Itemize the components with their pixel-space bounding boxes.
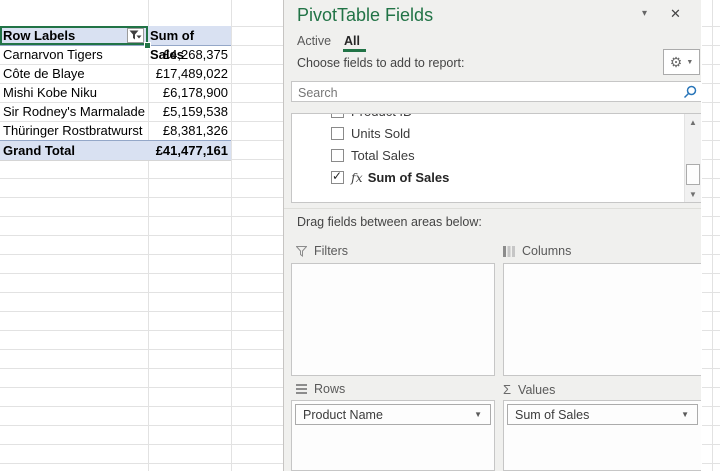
pivot-header-row[interactable]: Row Labels Sum of Sales (0, 26, 231, 62)
scroll-up-icon[interactable]: ▲ (685, 114, 701, 130)
close-icon[interactable]: ✕ (670, 6, 681, 22)
filter-funnel-icon (129, 30, 142, 40)
selected-tab-underline (343, 49, 366, 52)
row-labels-filter-button[interactable] (127, 28, 144, 43)
rows-field-pill[interactable]: Product Name ▼ (295, 404, 491, 425)
checkbox-unchecked[interactable] (331, 126, 344, 140)
row-value-cell[interactable]: £6,178,900 (148, 83, 231, 102)
table-row[interactable]: Sir Rodney's Marmalade £5,159,538 (0, 102, 231, 121)
row-value-cell[interactable]: £5,159,538 (148, 102, 231, 121)
grand-total-row[interactable]: Grand Total £41,477,161 (0, 140, 231, 161)
sigma-icon: Σ (503, 382, 512, 397)
fill-handle[interactable] (144, 42, 151, 49)
row-labels-header-cell[interactable]: Row Labels (0, 26, 148, 45)
checkbox-checked[interactable]: ✓ (331, 168, 344, 184)
row-value-cell[interactable]: £17,489,022 (148, 64, 231, 83)
table-row[interactable]: Thüringer Rostbratwurst £8,381,326 (0, 121, 231, 140)
field-item-sum-of-sales[interactable]: ✓ fx Sum of Sales (292, 166, 684, 188)
column-gridline (712, 0, 713, 471)
gear-icon: ⚙ (669, 54, 683, 70)
row-value-cell[interactable]: £8,381,326 (148, 121, 231, 140)
scroll-down-icon[interactable]: ▼ (685, 186, 701, 202)
values-label: Values (518, 382, 556, 397)
columns-icon (503, 245, 515, 257)
scrollbar-thumb[interactable] (686, 164, 700, 185)
pill-label: Sum of Sales (515, 407, 590, 422)
pane-title: PivotTable Fields (297, 5, 434, 25)
field-item-units-sold[interactable]: Units Sold (292, 122, 684, 144)
tab-active[interactable]: Active (297, 34, 331, 48)
field-label: Units Sold (351, 125, 411, 141)
grand-total-label-cell[interactable]: Grand Total (0, 141, 148, 160)
search-icon[interactable] (683, 85, 697, 104)
checkbox-unchecked[interactable] (331, 148, 344, 162)
columns-label: Columns (522, 244, 572, 258)
rows-drop-area[interactable]: Product Name ▼ (291, 400, 495, 471)
columns-drop-area[interactable] (503, 263, 701, 376)
field-list: Product ID Units Sold Total Sales ✓ fx S… (291, 113, 701, 203)
filters-area-header: Filters (296, 244, 348, 258)
grand-total-value-cell[interactable]: £41,477,161 (148, 141, 231, 160)
field-item-total-sales[interactable]: Total Sales (292, 144, 684, 166)
row-label-cell[interactable]: Thüringer Rostbratwurst (0, 121, 148, 140)
tab-all[interactable]: All (344, 34, 360, 48)
row-value-cell[interactable]: £4,268,375 (148, 45, 231, 64)
chevron-down-icon[interactable]: ▼ (681, 410, 697, 419)
search-box[interactable] (291, 81, 701, 102)
filter-funnel-icon (296, 245, 307, 257)
row-label-cell[interactable]: Sir Rodney's Marmalade (0, 102, 148, 121)
values-drop-area[interactable]: Sum of Sales ▼ (503, 400, 701, 471)
pill-label: Product Name (303, 407, 383, 422)
table-row[interactable]: Mishi Kobe Niku £6,178,900 (0, 83, 231, 102)
check-icon: ✓ (332, 168, 343, 183)
field-label: Product ID (351, 114, 412, 119)
pane-divider (284, 208, 701, 209)
chevron-down-icon[interactable]: ▼ (474, 410, 490, 419)
row-label-cell[interactable]: Carnarvon Tigers (0, 45, 148, 64)
rows-area-header: Rows (296, 382, 345, 396)
excel-window: Row Labels Sum of Sales Carnarvon Tigers… (0, 0, 720, 471)
checkbox-unchecked[interactable] (331, 114, 344, 118)
field-label: Sum of Sales (367, 169, 450, 185)
search-input[interactable] (296, 83, 680, 102)
field-item-product-id[interactable]: Product ID (292, 114, 684, 122)
drag-fields-label: Drag fields between areas below: (297, 215, 482, 229)
pane-options-chevron-icon[interactable]: ▾ (642, 8, 647, 19)
sum-of-sales-header-cell[interactable]: Sum of Sales (148, 26, 231, 62)
field-list-items: Product ID Units Sold Total Sales ✓ fx S… (292, 114, 684, 188)
column-gridline (231, 0, 232, 471)
spreadsheet-grid-right[interactable] (702, 0, 720, 471)
filters-drop-area[interactable] (291, 263, 495, 376)
rows-label: Rows (314, 382, 346, 396)
fx-measure-icon: fx (351, 169, 363, 185)
tools-button[interactable]: ⚙ ▼ (663, 49, 700, 75)
columns-area-header: Columns (503, 244, 571, 258)
rows-icon (296, 384, 307, 394)
table-row[interactable]: Carnarvon Tigers £4,268,375 (0, 45, 231, 64)
pivottable-fields-pane: PivotTable Fields ▾ ✕ Active All Choose … (283, 0, 701, 471)
table-row[interactable]: Côte de Blaye £17,489,022 (0, 64, 231, 83)
values-area-header: Σ Values (503, 382, 555, 397)
chevron-down-icon: ▼ (686, 58, 694, 66)
values-field-pill[interactable]: Sum of Sales ▼ (507, 404, 698, 425)
field-label: Total Sales (351, 147, 415, 163)
row-label-cell[interactable]: Côte de Blaye (0, 64, 148, 83)
row-label-cell[interactable]: Mishi Kobe Niku (0, 83, 148, 102)
filters-label: Filters (314, 244, 349, 258)
field-list-scrollbar[interactable]: ▲ ▼ (684, 114, 701, 202)
choose-fields-label: Choose fields to add to report: (297, 56, 465, 70)
